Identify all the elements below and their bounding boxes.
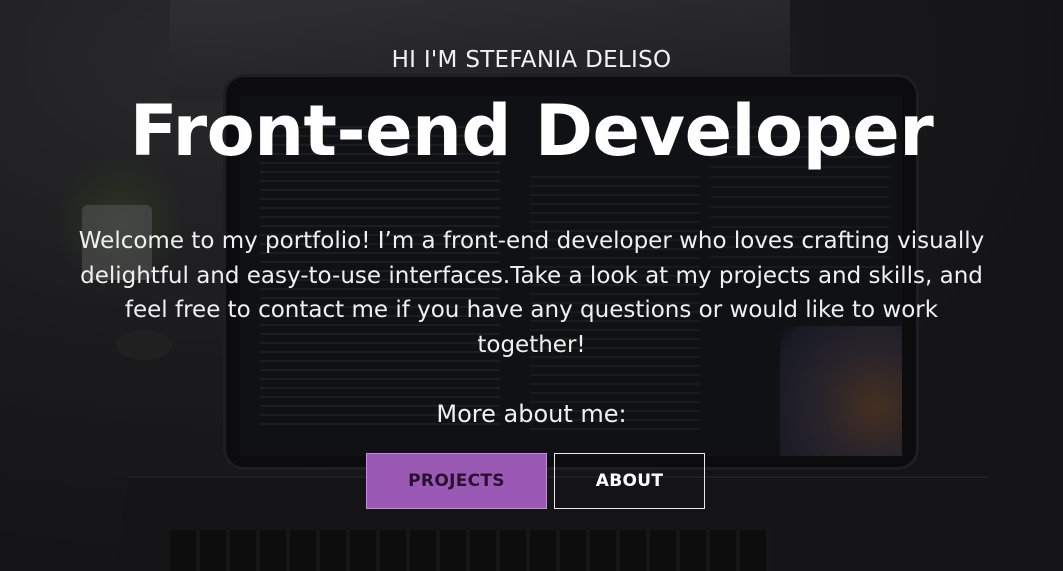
hero-section: HI I'M STEFANIA DELISO Front-end Develop… bbox=[0, 0, 1063, 571]
about-button[interactable]: ABOUT bbox=[554, 453, 705, 509]
hero-greeting: HI I'M STEFANIA DELISO bbox=[391, 47, 672, 73]
hero-intro-text: Welcome to my portfolio! I’m a front-end… bbox=[78, 228, 985, 358]
hero-title: Front-end Developer bbox=[129, 90, 934, 172]
projects-button[interactable]: PROJECTS bbox=[366, 453, 547, 509]
more-about-label: More about me: bbox=[436, 400, 627, 428]
